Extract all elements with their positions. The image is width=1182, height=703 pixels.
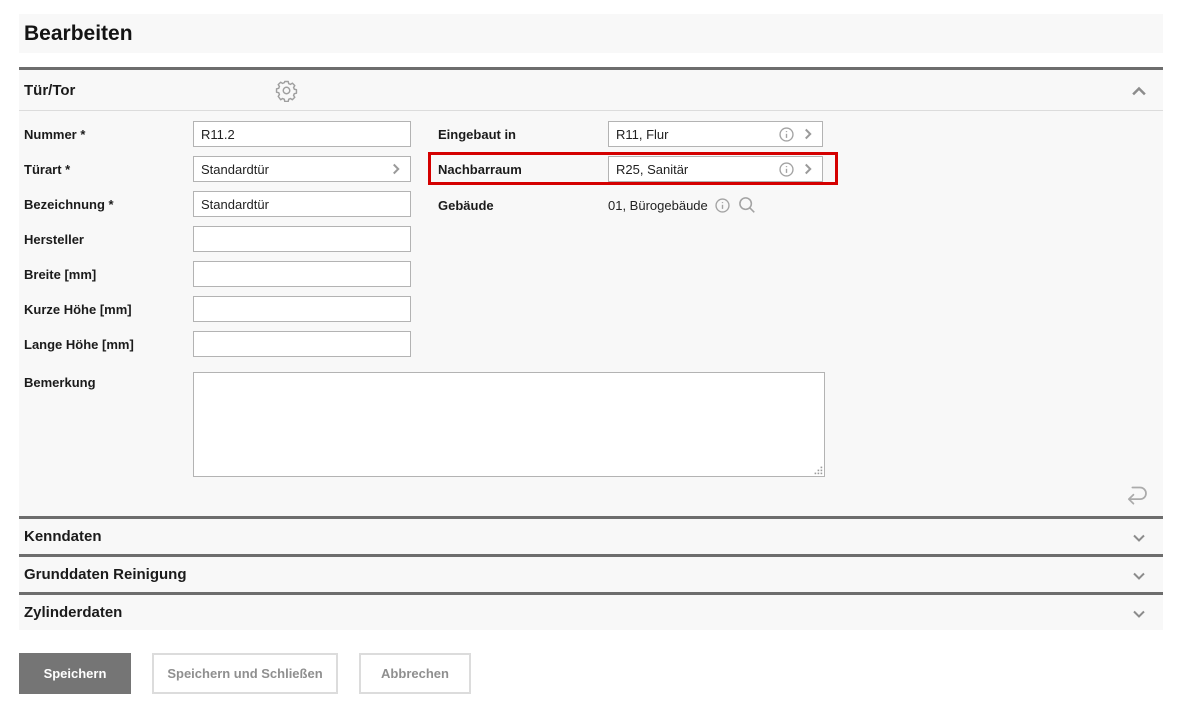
gebaeude-label: Gebäude (438, 197, 494, 213)
edit-page: Bearbeiten Tür/Tor Nummer * R11.2 Türart… (0, 0, 1182, 703)
search-icon[interactable] (737, 195, 757, 215)
field-row-hersteller: Hersteller (24, 226, 430, 252)
field-row-eingebaut-in: Eingebaut in R11, Flur (438, 121, 842, 147)
page-title: Bearbeiten (24, 21, 133, 45)
lange-hoehe-label: Lange Höhe [mm] (24, 336, 134, 352)
field-row-breite: Breite [mm] (24, 261, 430, 287)
chevron-right-icon[interactable] (387, 160, 405, 178)
chevron-up-icon[interactable] (1129, 81, 1149, 101)
field-row-kurze-hoehe: Kurze Höhe [mm] (24, 296, 430, 322)
chevron-right-icon[interactable] (799, 160, 817, 178)
field-row-gebaeude: Gebäude 01, Bürogebäude (438, 192, 842, 218)
lange-hoehe-input[interactable] (193, 331, 411, 357)
section-grunddaten-reinigung-label: Grunddaten Reinigung (24, 566, 187, 583)
breite-input[interactable] (193, 261, 411, 287)
bezeichnung-input[interactable] (193, 191, 411, 217)
cancel-button[interactable]: Abbrechen (359, 653, 471, 694)
field-row-nachbarraum: Nachbarraum R25, Sanitär (438, 156, 842, 182)
hersteller-label: Hersteller (24, 231, 84, 247)
field-row-tuerart: Türart * Standardtür (24, 156, 430, 182)
undo-return-icon[interactable] (1122, 482, 1149, 509)
kurze-hoehe-label: Kurze Höhe [mm] (24, 301, 132, 317)
nummer-label: Nummer * (24, 126, 86, 142)
save-button[interactable]: Speichern (19, 653, 131, 694)
section-zylinderdaten-label: Zylinderdaten (24, 604, 123, 621)
section-tuertor-label: Tür/Tor (24, 81, 76, 99)
field-row-bezeichnung: Bezeichnung * (24, 191, 430, 217)
section-tuertor-header[interactable]: Tür/Tor (19, 70, 1163, 111)
save-and-close-button[interactable]: Speichern und Schließen (152, 653, 338, 694)
eingebaut-in-picker[interactable]: R11, Flur (608, 121, 823, 147)
section-kenndaten[interactable]: Kenndaten (19, 516, 1163, 554)
page-title-bar: Bearbeiten (19, 14, 1163, 53)
field-row-nummer: Nummer * (24, 121, 430, 147)
bezeichnung-label: Bezeichnung * (24, 196, 114, 212)
resize-handle-icon[interactable] (813, 465, 823, 475)
nachbarraum-label: Nachbarraum (438, 161, 522, 177)
nachbarraum-value: R25, Sanitär (616, 161, 689, 177)
section-zylinderdaten[interactable]: Zylinderdaten (19, 592, 1163, 630)
bemerkung-label: Bemerkung (24, 375, 96, 390)
action-bar: Speichern Speichern und Schließen Abbrec… (19, 653, 471, 694)
bemerkung-textarea[interactable] (193, 372, 825, 477)
kurze-hoehe-input[interactable] (193, 296, 411, 322)
hersteller-input[interactable] (193, 226, 411, 252)
section-grunddaten-reinigung[interactable]: Grunddaten Reinigung (19, 554, 1163, 592)
section-tuertor: Tür/Tor Nummer * R11.2 Türart * Standard… (19, 67, 1163, 516)
eingebaut-in-label: Eingebaut in (438, 126, 516, 142)
section-kenndaten-label: Kenndaten (24, 528, 102, 545)
accordion: Tür/Tor Nummer * R11.2 Türart * Standard… (19, 67, 1163, 630)
tuerart-picker[interactable]: Standardtür (193, 156, 411, 182)
info-icon[interactable] (778, 126, 795, 143)
field-row-lange-hoehe: Lange Höhe [mm] (24, 331, 430, 357)
gebaeude-value: 01, Bürogebäude (608, 197, 708, 213)
nummer-input[interactable] (193, 121, 411, 147)
chevron-right-icon[interactable] (799, 125, 817, 143)
info-icon[interactable] (714, 197, 731, 214)
breite-label: Breite [mm] (24, 266, 97, 282)
tuertor-form: Nummer * Türart * Standardtür Bezeichnun… (19, 111, 1163, 516)
nachbarraum-picker[interactable]: R25, Sanitär (608, 156, 823, 182)
tuerart-value: Standardtür (201, 161, 269, 177)
gear-icon[interactable] (275, 79, 298, 102)
chevron-down-icon[interactable] (1129, 604, 1149, 624)
chevron-down-icon[interactable] (1129, 566, 1149, 586)
chevron-down-icon[interactable] (1129, 528, 1149, 548)
eingebaut-in-value: R11, Flur (616, 126, 669, 142)
info-icon[interactable] (778, 161, 795, 178)
gebaeude-value-group: 01, Bürogebäude (608, 195, 757, 215)
tuerart-label: Türart * (24, 161, 71, 177)
